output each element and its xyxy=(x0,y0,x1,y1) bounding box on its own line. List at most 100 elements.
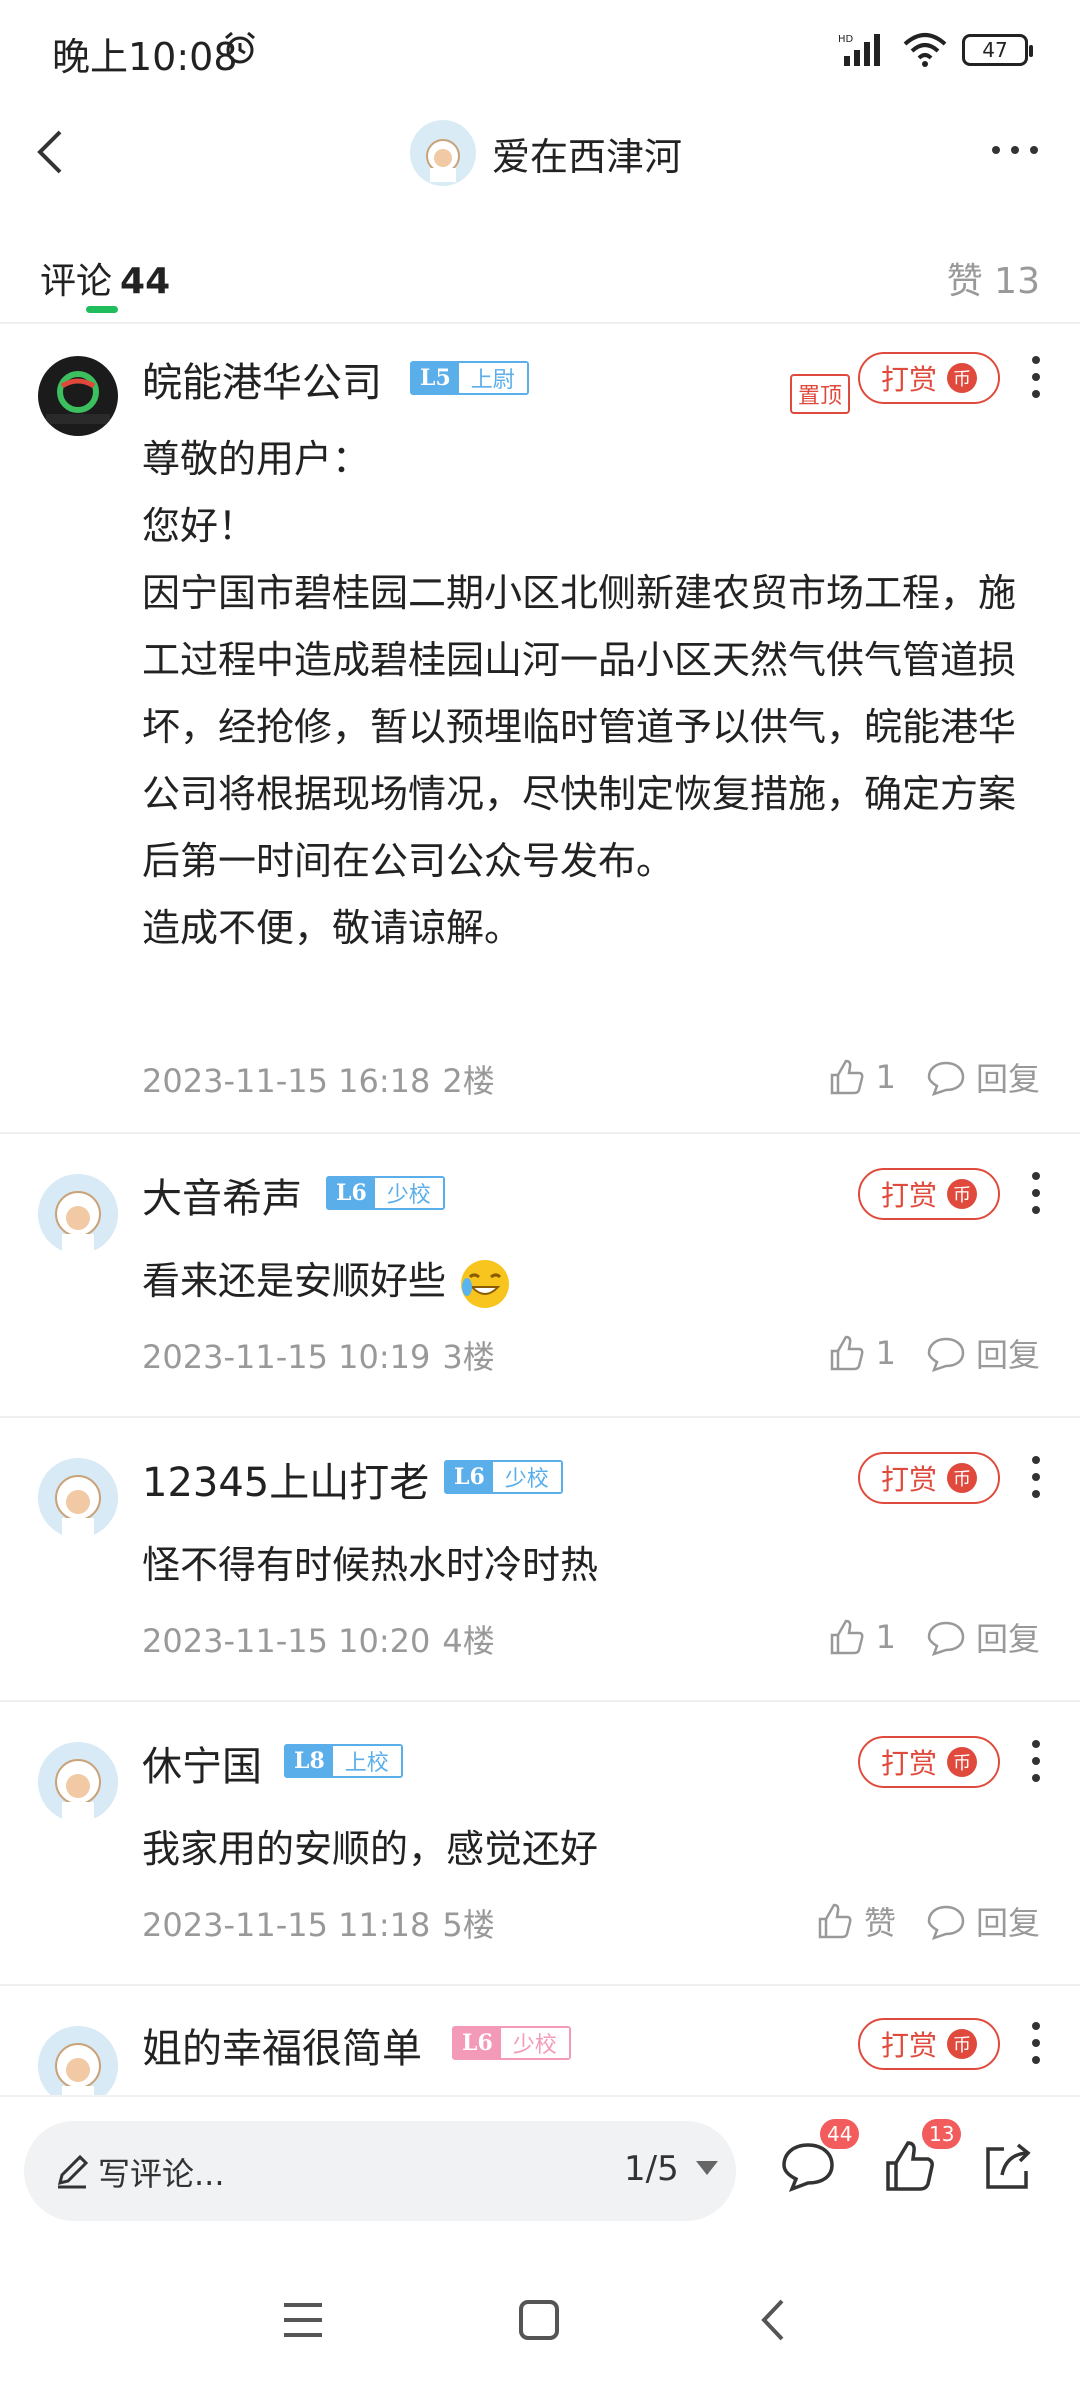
level-badge: L5 上尉 xyxy=(410,361,529,395)
reply-button[interactable]: 回复 xyxy=(926,1054,1040,1100)
pinned-badge: 置顶 xyxy=(790,374,851,414)
comment-floor: 5楼 xyxy=(442,1906,495,1944)
tip-button[interactable]: 打赏币 xyxy=(858,1168,1000,1220)
comment-input[interactable]: 写评论... 1/5 xyxy=(24,2121,736,2221)
reply-bubble-icon xyxy=(927,1337,965,1373)
nav-back-icon[interactable] xyxy=(750,2295,800,2345)
tip-button[interactable]: 打赏币 xyxy=(858,2018,1000,2070)
share-icon[interactable] xyxy=(978,2137,1038,2197)
system-navigation-bar xyxy=(0,2245,1080,2400)
comment-time: 2023-11-15 11:18 xyxy=(142,1906,431,1944)
comment-meta: 2023-11-15 10:19 3楼 xyxy=(142,1332,495,1378)
avatar[interactable] xyxy=(38,1742,118,1822)
comment-menu-icon[interactable] xyxy=(1024,1736,1048,1786)
comment-line: 我家用的安顺的，感觉还好 xyxy=(142,1827,599,1871)
comment-item: 皖能港华公司 L5 上尉 置顶 打赏币 尊敬的用户： 您好！ 因宁国市碧桂园二期小… xyxy=(0,326,1080,1134)
comment-meta: 2023-11-15 10:20 4楼 xyxy=(142,1616,495,1662)
comment-line: 怪不得有时候热水时冷时热 xyxy=(142,1543,599,1587)
like-button[interactable]: 1 xyxy=(826,1333,896,1373)
like-count: 1 xyxy=(875,1058,896,1096)
like-count: 赞 xyxy=(863,1904,896,1942)
reply-label: 回复 xyxy=(975,1620,1040,1658)
coin-icon: 币 xyxy=(947,363,977,393)
coin-icon: 币 xyxy=(947,2029,977,2059)
tip-button[interactable]: 打赏币 xyxy=(858,1452,1000,1504)
avatar[interactable] xyxy=(38,2026,118,2095)
like-button[interactable]: 赞 xyxy=(814,1898,896,1944)
comment-actions: 1 回复 xyxy=(796,1614,1040,1660)
comment-count-badge: 44 xyxy=(820,2119,860,2149)
page-title: 爱在西津河 xyxy=(492,134,683,179)
comment-time: 2023-11-15 10:20 xyxy=(142,1622,431,1660)
username[interactable]: 大音希声 xyxy=(142,1166,302,1224)
coin-icon: 币 xyxy=(947,1463,977,1493)
reply-bubble-icon xyxy=(927,1905,965,1941)
tab-comments-label: 评论 xyxy=(40,261,113,302)
tab-comments[interactable]: 评论 44 xyxy=(40,252,170,304)
comment-menu-icon[interactable] xyxy=(1024,2018,1048,2068)
battery-level: 47 xyxy=(982,38,1008,62)
tip-label: 打赏 xyxy=(880,2029,937,2062)
chevron-down-icon[interactable] xyxy=(696,2161,718,2175)
network-label: HD xyxy=(838,34,854,45)
comment-line: 您好！ xyxy=(142,504,257,548)
comment-time: 2023-11-15 16:18 xyxy=(142,1062,431,1100)
rank-text: 上尉 xyxy=(458,363,527,393)
comment-meta: 2023-11-15 11:18 5楼 xyxy=(142,1900,495,1946)
username[interactable]: 12345上山打老 xyxy=(142,1450,429,1508)
tab-indicator xyxy=(86,306,118,313)
battery-icon: 47 xyxy=(962,34,1033,66)
back-icon[interactable] xyxy=(22,122,82,182)
level-badge: L6 少校 xyxy=(444,1460,563,1494)
reply-button[interactable]: 回复 xyxy=(926,1614,1040,1660)
tip-button[interactable]: 打赏币 xyxy=(858,1736,1000,1788)
level-text: L8 xyxy=(286,1746,333,1776)
comment-line: 因宁国市碧桂园二期小区北侧新建农贸市场工程，施工过程中造成碧桂园山河一品小区天然… xyxy=(142,571,1017,883)
username[interactable]: 姐的幸福很简单 xyxy=(142,2016,422,2074)
tip-button[interactable]: 打赏币 xyxy=(858,352,1000,404)
comment-actions: 1 回复 xyxy=(796,1330,1040,1376)
rank-text: 少校 xyxy=(374,1178,443,1208)
thumbs-up-icon xyxy=(818,1903,852,1939)
level-badge: L6 少校 xyxy=(452,2026,571,2060)
like-count: 1 xyxy=(875,1618,896,1656)
like-button[interactable]: 1 xyxy=(826,1617,896,1657)
forum-title[interactable]: 爱在西津河 xyxy=(410,120,682,186)
comment-actions: 1 回复 xyxy=(796,1054,1040,1100)
reply-bubble-icon xyxy=(927,1061,965,1097)
home-icon[interactable] xyxy=(514,2295,564,2345)
reply-label: 回复 xyxy=(975,1904,1040,1942)
rank-text: 少校 xyxy=(500,2028,569,2058)
comment-floor: 4楼 xyxy=(442,1622,495,1660)
username[interactable]: 皖能港华公司 xyxy=(142,350,382,408)
reply-button[interactable]: 回复 xyxy=(926,1898,1040,1944)
reply-label: 回复 xyxy=(975,1336,1040,1374)
alarm-icon xyxy=(225,31,255,64)
username[interactable]: 休宁国 xyxy=(142,1734,262,1792)
comment-menu-icon[interactable] xyxy=(1024,1168,1048,1218)
comment-menu-icon[interactable] xyxy=(1024,352,1048,402)
pen-icon xyxy=(57,2154,89,2189)
comment-menu-icon[interactable] xyxy=(1024,1452,1048,1502)
avatar[interactable] xyxy=(38,1174,118,1254)
comment-floor: 3楼 xyxy=(442,1338,495,1376)
comment-tabs: 评论 44 赞 13 xyxy=(0,230,1080,324)
tab-likes[interactable]: 赞 13 xyxy=(947,252,1040,304)
tip-label: 打赏 xyxy=(880,363,937,396)
avatar[interactable] xyxy=(38,1458,118,1538)
rank-text: 少校 xyxy=(492,1462,561,1492)
reply-button[interactable]: 回复 xyxy=(926,1330,1040,1376)
more-icon[interactable] xyxy=(990,135,1040,165)
comment-line: 看来还是安顺好些 xyxy=(142,1259,447,1303)
thumbs-up-icon xyxy=(830,1335,864,1371)
coin-icon: 币 xyxy=(947,1747,977,1777)
status-bar: 晚上10:08 HD 47 xyxy=(0,0,1080,100)
avatar[interactable] xyxy=(38,356,118,436)
like-button[interactable]: 1 xyxy=(826,1057,896,1097)
comment-floor: 2楼 xyxy=(442,1062,495,1100)
comment-text: 怪不得有时候热水时冷时热 xyxy=(142,1532,1032,1599)
menu-icon[interactable] xyxy=(278,2295,328,2345)
top-header: 爱在西津河 xyxy=(0,100,1080,210)
page-indicator[interactable]: 1/5 xyxy=(624,2149,679,2189)
tip-label: 打赏 xyxy=(880,1179,937,1212)
